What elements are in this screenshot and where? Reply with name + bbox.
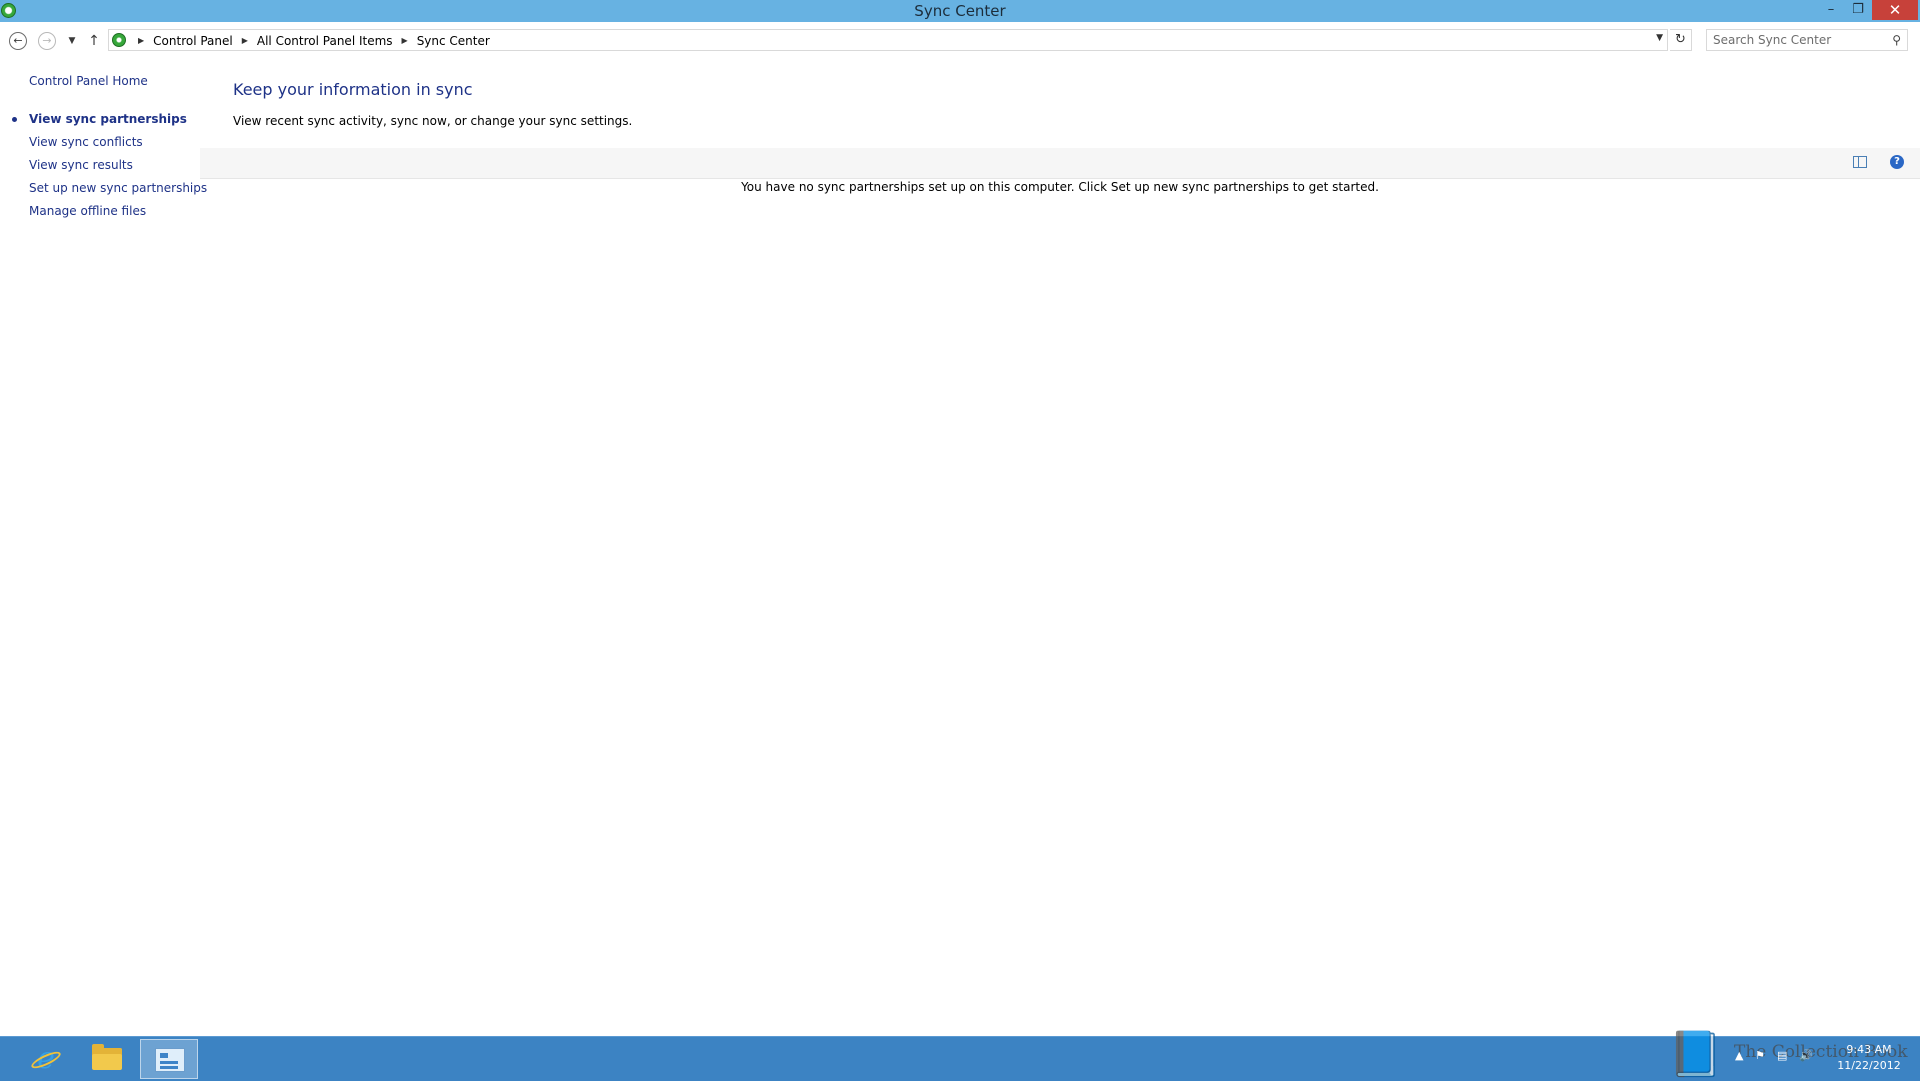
volume-icon[interactable]: 🔊 — [1799, 1049, 1813, 1062]
folder-icon — [92, 1044, 122, 1070]
arrow-right-icon: → — [42, 34, 52, 47]
taskbar-clock[interactable]: 9:43 AM 11/22/2012 — [1830, 1042, 1908, 1074]
sidebar-item-label: View sync conflicts — [29, 135, 143, 149]
address-dropdown-icon[interactable]: ▼ — [1656, 33, 1663, 43]
chevron-down-icon: ▼ — [68, 36, 76, 46]
navigation-bar: ← → ▼ ↑ ▶ Control Panel ▶ All Control Pa… — [0, 26, 1920, 56]
help-icon[interactable]: ? — [1890, 155, 1904, 169]
taskbar-file-explorer[interactable] — [78, 1039, 136, 1079]
breadcrumb-separator-icon[interactable]: ▶ — [397, 32, 413, 50]
sync-center-location-icon — [112, 33, 126, 47]
control-panel-icon — [155, 1048, 185, 1072]
sidebar-task-list: View sync partnerships View sync conflic… — [0, 108, 207, 223]
breadcrumb: ▶ Control Panel ▶ All Control Panel Item… — [133, 32, 494, 50]
network-icon[interactable]: ▤ — [1777, 1049, 1787, 1062]
clock-time: 9:43 AM — [1846, 1043, 1892, 1056]
page-description: View recent sync activity, sync now, or … — [233, 114, 633, 128]
book-icon: 📘 — [1668, 1029, 1723, 1080]
address-bar[interactable]: ▶ Control Panel ▶ All Control Panel Item… — [108, 29, 1668, 51]
taskbar-internet-explorer[interactable]: e — [16, 1039, 74, 1079]
refresh-icon: ↻ — [1675, 32, 1686, 47]
sidebar: Control Panel Home View sync partnership… — [0, 56, 207, 1036]
active-bullet-icon — [12, 117, 17, 122]
sidebar-item-label: View sync results — [29, 158, 133, 172]
clock-date: 11/22/2012 — [1837, 1059, 1901, 1072]
sidebar-item-view-sync-conflicts[interactable]: View sync conflicts — [0, 131, 200, 154]
sidebar-item-view-sync-partnerships[interactable]: View sync partnerships — [0, 108, 200, 131]
page-title: Keep your information in sync — [233, 80, 473, 99]
sidebar-item-label: Set up new sync partnerships — [29, 181, 208, 195]
sidebar-item-set-up-new-sync-partnerships[interactable]: Set up new sync partnerships — [0, 177, 207, 200]
close-button[interactable]: ✕ — [1872, 0, 1918, 20]
control-panel-home-link[interactable]: Control Panel Home — [29, 74, 148, 88]
breadcrumb-all-control-panel-items[interactable]: All Control Panel Items — [253, 32, 397, 50]
breadcrumb-separator-icon[interactable]: ▶ — [237, 32, 253, 50]
show-hidden-icons-icon[interactable]: ▲ — [1735, 1049, 1743, 1062]
main-content: Keep your information in sync View recen… — [200, 56, 1920, 1036]
command-bar: ? — [200, 148, 1920, 179]
sidebar-item-label: Manage offline files — [29, 204, 147, 218]
window-title: Sync Center — [914, 2, 1006, 20]
arrow-left-icon: ← — [13, 34, 23, 47]
search-box[interactable]: ⚲ — [1706, 29, 1908, 51]
title-bar: Sync Center – ❐ ✕ — [0, 0, 1920, 22]
flag-icon[interactable]: ⚑ — [1755, 1049, 1765, 1062]
details-pane-icon[interactable] — [1853, 156, 1867, 168]
forward-button[interactable]: → — [38, 32, 56, 50]
back-button[interactable]: ← — [9, 32, 27, 50]
internet-explorer-icon: e — [32, 1044, 60, 1074]
minimize-button[interactable]: – — [1818, 0, 1844, 20]
breadcrumb-separator-icon[interactable]: ▶ — [133, 32, 149, 50]
sidebar-item-view-sync-results[interactable]: View sync results — [0, 154, 200, 177]
up-button[interactable]: ↑ — [84, 31, 104, 51]
breadcrumb-sync-center[interactable]: Sync Center — [413, 32, 494, 50]
empty-state-message: You have no sync partnerships set up on … — [741, 180, 1379, 194]
arrow-up-icon: ↑ — [88, 33, 100, 49]
sidebar-item-label: View sync partnerships — [29, 112, 187, 126]
search-input[interactable] — [1707, 30, 1894, 50]
taskbar-control-panel[interactable] — [140, 1039, 198, 1079]
sidebar-item-manage-offline-files[interactable]: Manage offline files — [0, 200, 200, 223]
search-icon[interactable]: ⚲ — [1892, 33, 1901, 47]
restore-button[interactable]: ❐ — [1845, 0, 1871, 20]
breadcrumb-control-panel[interactable]: Control Panel — [149, 32, 237, 50]
refresh-button[interactable]: ↻ — [1670, 29, 1692, 51]
recent-locations-button[interactable]: ▼ — [62, 31, 82, 51]
taskbar: e — [0, 1036, 1920, 1081]
